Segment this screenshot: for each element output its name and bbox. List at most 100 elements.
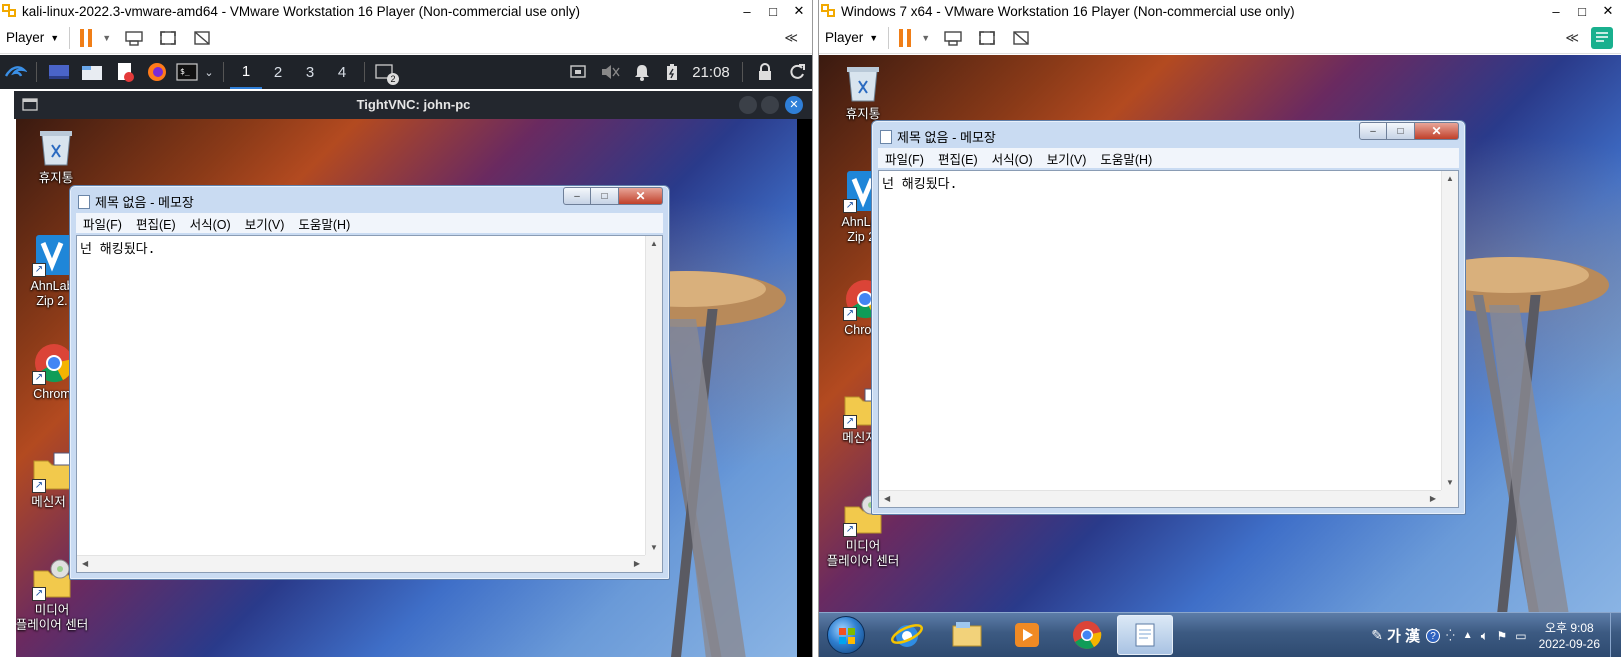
vnc-minimize-button[interactable] — [739, 96, 757, 114]
taskbar-notepad[interactable] — [1117, 615, 1173, 655]
notepad-window[interactable]: 제목 없음 - 메모장 – □ ✕ 파일(F) 편집(E) 서식(O) 보기(V… — [69, 185, 670, 580]
network-icon[interactable] — [562, 55, 594, 89]
volume-icon[interactable]: 🔈︎ — [1481, 628, 1489, 644]
taskbar-clock[interactable]: 오후 9:08 2022-09-26 — [1539, 620, 1600, 652]
show-hidden-icons-icon[interactable]: ▲ — [1463, 630, 1473, 641]
vnc-close-button[interactable]: ✕ — [785, 96, 803, 114]
menu-help[interactable]: 도움말(H) — [1093, 149, 1159, 168]
terminal-window-button[interactable]: 2 — [371, 55, 399, 89]
maximize-button[interactable]: □ — [760, 0, 786, 22]
language-bar-icon[interactable]: ✎ — [1371, 627, 1383, 644]
help-icon[interactable]: ? — [1426, 628, 1440, 643]
kali-menu-icon[interactable] — [0, 55, 30, 89]
notepad-minimize-button[interactable]: – — [563, 187, 591, 205]
maximize-button[interactable]: □ — [1569, 0, 1595, 22]
lock-screen-icon[interactable] — [749, 55, 781, 89]
vertical-scrollbar[interactable]: ▲ ▼ — [1441, 171, 1458, 490]
notepad-window[interactable]: 제목 없음 - 메모장 – □ ✕ 파일(F) 편집(E) 서식(O) 보기(V… — [871, 120, 1466, 515]
taskbar-chrome[interactable] — [1059, 615, 1115, 655]
horizontal-scrollbar[interactable]: ◀ ▶ — [879, 490, 1441, 507]
pause-dropdown-icon[interactable]: ▼ — [102, 33, 111, 43]
resize-grip-icon[interactable] — [1441, 490, 1458, 507]
menu-format[interactable]: 서식(O) — [985, 149, 1040, 168]
notepad-text-area[interactable]: 넌 해킹됬다. ▲ ▼ ◀ ▶ — [878, 170, 1459, 508]
ime-options-icon[interactable]: ⁛ — [1446, 629, 1455, 642]
vmware-toolbar: Player ▼ ▼ ≪ — [819, 22, 1621, 54]
firefox-icon[interactable] — [141, 55, 173, 89]
menu-format[interactable]: 서식(O) — [183, 214, 238, 233]
menu-help[interactable]: 도움말(H) — [291, 214, 357, 233]
taskbar-media-player[interactable] — [999, 615, 1055, 655]
tightvnc-titlebar: TightVNC: john-pc ✕ — [14, 91, 812, 119]
close-button[interactable]: ✕ — [786, 0, 812, 22]
recycle-bin-shortcut[interactable]: 휴지통 — [823, 61, 903, 122]
panel-clock[interactable]: 21:08 — [686, 55, 736, 89]
minimize-button[interactable]: – — [1543, 0, 1569, 22]
vertical-scrollbar[interactable]: ▲ ▼ — [645, 236, 662, 555]
menu-view[interactable]: 보기(V) — [238, 214, 292, 233]
player-menu[interactable]: Player ▼ — [825, 30, 878, 45]
collapse-toolbar-button[interactable]: ≪ — [784, 30, 798, 46]
fullscreen-icon[interactable] — [976, 28, 998, 48]
network-icon[interactable]: ▭ — [1515, 629, 1526, 643]
player-menu-label: Player — [6, 30, 45, 45]
vmware-window-title: Windows 7 x64 - VMware Workstation 16 Pl… — [841, 3, 1295, 19]
start-button[interactable] — [827, 616, 865, 654]
show-desktop-icon[interactable] — [43, 55, 75, 89]
minimize-button[interactable]: – — [734, 0, 760, 22]
power-restart-icon[interactable] — [781, 55, 812, 89]
action-center-icon[interactable]: ⚑ — [1497, 629, 1508, 643]
horizontal-scrollbar[interactable]: ◀ ▶ — [77, 555, 645, 572]
notepad-minimize-button[interactable]: – — [1359, 122, 1387, 140]
file-manager-icon[interactable] — [75, 55, 109, 89]
taskbar-internet-explorer[interactable] — [879, 615, 935, 655]
media-player-label: 미디어 플레이어 센터 — [826, 539, 900, 568]
vmware-titlebar: kali-linux-2022.3-vmware-amd64 - VMware … — [0, 0, 812, 22]
pause-icon[interactable] — [899, 28, 913, 47]
win7-taskbar: ✎ 가 漢 ? ⁛ ▲ 🔈︎ ⚑ ▭ 오후 9:08 2022-09-26 — [819, 612, 1621, 657]
workspace-3[interactable]: 3 — [294, 55, 326, 89]
unity-icon[interactable] — [191, 28, 213, 48]
menu-edit[interactable]: 편집(E) — [931, 149, 985, 168]
notification-bell-icon[interactable] — [626, 55, 658, 89]
show-desktop-button[interactable] — [1610, 613, 1621, 657]
terminal-icon[interactable]: $_ — [173, 55, 201, 89]
notepad-menubar: 파일(F) 편집(E) 서식(O) 보기(V) 도움말(H) — [878, 148, 1459, 168]
player-menu[interactable]: Player ▼ — [6, 30, 59, 45]
workspace-1[interactable]: 1 — [230, 55, 262, 89]
vmware-tools-notes-icon[interactable] — [1591, 27, 1613, 49]
notepad-close-button[interactable]: ✕ — [1415, 122, 1459, 140]
unity-icon[interactable] — [1010, 28, 1032, 48]
resize-grip-icon[interactable] — [645, 555, 662, 572]
notepad-maximize-button[interactable]: □ — [1387, 122, 1415, 140]
volume-muted-icon[interactable] — [594, 55, 626, 89]
chrome-icon — [1073, 621, 1102, 649]
menu-edit[interactable]: 편집(E) — [129, 214, 183, 233]
notepad-close-button[interactable]: ✕ — [619, 187, 663, 205]
fullscreen-icon[interactable] — [157, 28, 179, 48]
send-ctrl-alt-del-icon[interactable] — [942, 28, 964, 48]
kali-top-panel: $_ ⌄ 1 2 3 4 2 21:08 — [0, 55, 812, 89]
vnc-maximize-button[interactable] — [761, 96, 779, 114]
notepad-content: 넌 해킹됬다. — [882, 177, 958, 192]
pause-dropdown-icon[interactable]: ▼ — [921, 33, 930, 43]
notepad-maximize-button[interactable]: □ — [591, 187, 619, 205]
collapse-toolbar-button[interactable]: ≪ — [1565, 30, 1579, 46]
notepad-text-area[interactable]: 넌 해킹됬다. ▲ ▼ ◀ ▶ — [76, 235, 663, 573]
chevron-down-icon[interactable]: ⌄ — [201, 55, 217, 89]
recycle-bin-shortcut[interactable]: 휴지통 — [16, 125, 96, 186]
menu-file[interactable]: 파일(F) — [76, 214, 129, 233]
taskbar-explorer[interactable] — [939, 615, 995, 655]
pause-icon[interactable] — [80, 28, 94, 47]
workspace-2[interactable]: 2 — [262, 55, 294, 89]
text-editor-icon[interactable] — [109, 55, 141, 89]
send-ctrl-alt-del-icon[interactable] — [123, 28, 145, 48]
close-button[interactable]: ✕ — [1595, 0, 1621, 22]
menu-view[interactable]: 보기(V) — [1040, 149, 1094, 168]
workspace-4[interactable]: 4 — [326, 55, 358, 89]
chevron-down-icon: ▼ — [50, 32, 60, 43]
menu-file[interactable]: 파일(F) — [878, 149, 931, 168]
ime-indicator[interactable]: 가 漢 — [1387, 625, 1420, 646]
window-count-badge: 2 — [387, 73, 399, 85]
notepad-title: 제목 없음 - 메모장 — [95, 195, 194, 210]
